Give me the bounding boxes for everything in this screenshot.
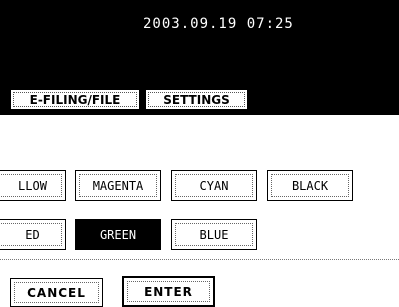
color-button-yellow[interactable]: LLOW xyxy=(0,170,66,201)
color-button-black[interactable]: BLACK xyxy=(267,170,353,201)
color-button-cyan[interactable]: CYAN xyxy=(171,170,257,201)
color-button-red[interactable]: ED xyxy=(0,219,66,250)
datetime-display: 2003.09.19 07:25 xyxy=(143,16,294,32)
color-button-green[interactable]: GREEN xyxy=(75,219,161,250)
cancel-button[interactable]: CANCEL xyxy=(10,278,103,307)
enter-button[interactable]: ENTER xyxy=(122,276,215,307)
color-button-blue[interactable]: BLUE xyxy=(171,219,257,250)
tab-e-filing-file[interactable]: E-FILING/FILE xyxy=(10,89,140,110)
color-button-magenta[interactable]: MAGENTA xyxy=(75,170,161,201)
separator-line xyxy=(0,259,399,260)
tab-settings[interactable]: SETTINGS xyxy=(145,89,248,110)
